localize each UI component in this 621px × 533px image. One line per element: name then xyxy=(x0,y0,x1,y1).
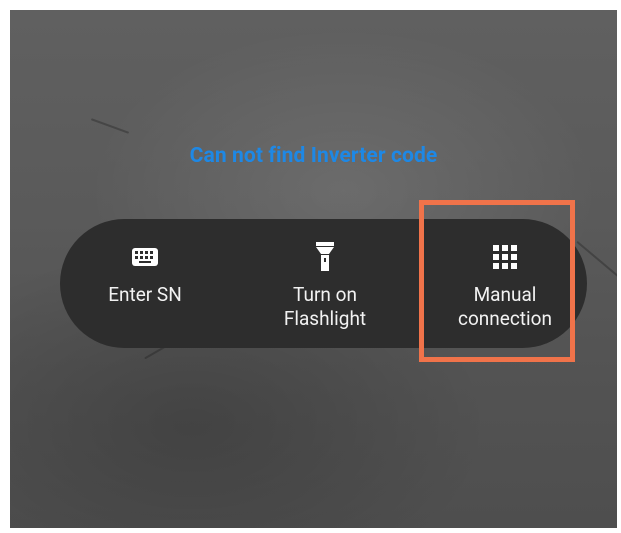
enter-sn-button[interactable]: Enter SN xyxy=(90,219,200,348)
manual-connection-button[interactable]: Manual connection xyxy=(440,219,570,348)
flashlight-button[interactable]: Turn on Flashlight xyxy=(260,219,390,348)
flashlight-icon xyxy=(314,242,336,271)
enter-sn-label: Enter SN xyxy=(108,283,182,306)
flashlight-label: Turn on Flashlight xyxy=(283,283,367,330)
background-streak xyxy=(90,118,130,134)
action-bar: Enter SN Turn on Flashlight Manual conne… xyxy=(60,219,587,348)
grid-icon xyxy=(492,243,518,271)
hint-text: Can not find Inverter code xyxy=(189,144,438,168)
camera-preview: Can not find Inverter code Enter SN Turn… xyxy=(10,10,617,528)
keyboard-icon xyxy=(131,243,159,271)
manual-connection-label: Manual connection xyxy=(458,283,552,330)
